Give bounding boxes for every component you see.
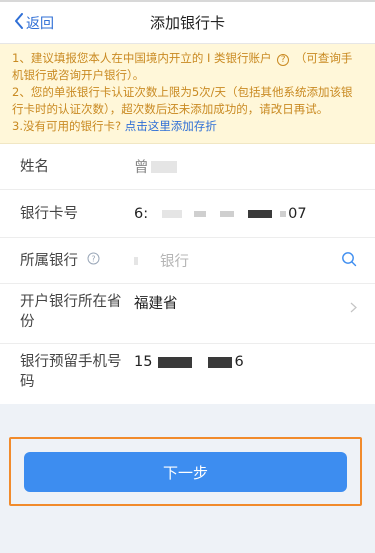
notice-line-3-text: 3.没有可用的银行卡? (12, 119, 122, 133)
name-label: 姓名 (20, 158, 49, 175)
card-number-field[interactable]: 6: 07 (134, 206, 359, 222)
navigation-bar: 返回 添加银行卡 (0, 2, 375, 44)
bank-placeholder: 银行 (160, 254, 189, 270)
card-number-label: 银行卡号 (20, 205, 78, 222)
phone-end: 6 (234, 354, 244, 370)
back-button[interactable]: 返回 (14, 2, 54, 44)
redaction-mask (280, 210, 287, 217)
bank-field[interactable]: 银行 (134, 250, 359, 271)
bank-label: 所属银行 (20, 252, 78, 269)
next-button-highlight: 下一步 (9, 437, 362, 506)
notice-line-3: 3.没有可用的银行卡? 点击这里添加存折 (12, 118, 363, 135)
phone-start: 15 (134, 354, 153, 370)
phone-label: 银行预留手机号码 (20, 354, 122, 390)
notice-line-1: 1、建议填报您本人在中国境内开立的 I 类银行账户 ? （可查询手机银行或咨询开… (12, 50, 363, 84)
redaction-mask (248, 209, 273, 218)
redaction-mask (134, 256, 138, 265)
chevron-left-icon (14, 13, 24, 33)
search-icon[interactable] (341, 251, 357, 271)
next-step-button[interactable]: 下一步 (24, 452, 347, 492)
phone-row[interactable]: 银行预留手机号码 15 6 (0, 344, 375, 404)
name-field[interactable]: 曾 (134, 156, 359, 177)
province-row[interactable]: 开户银行所在省份 福建省 (0, 284, 375, 344)
page-title: 添加银行卡 (149, 14, 225, 32)
svg-text:?: ? (91, 254, 95, 263)
redaction-mask (194, 210, 207, 217)
card-number-row[interactable]: 银行卡号 6: 07 (0, 190, 375, 238)
bank-row[interactable]: 所属银行 ? 银行 (0, 238, 375, 284)
redaction-mask (158, 356, 193, 368)
name-value: 曾 (134, 160, 149, 176)
notice-panel: 1、建议填报您本人在中国境内开立的 I 类银行账户 ? （可查询手机银行或咨询开… (0, 44, 375, 144)
notice-line-1-text: 1、建议填报您本人在中国境内开立的 I 类银行账户 (12, 51, 272, 65)
phone-field[interactable]: 15 6 (134, 352, 359, 370)
redaction-mask (150, 160, 177, 173)
add-passbook-link[interactable]: 点击这里添加存折 (125, 119, 217, 133)
bank-card-form: 姓名 曾 银行卡号 6: 07 所属银行 ? 银行 开户银行所在省份 福建省 银… (0, 144, 375, 404)
province-label: 开户银行所在省份 (20, 294, 122, 330)
redaction-mask (162, 209, 183, 218)
card-number-start: 6: (134, 205, 149, 222)
question-circle-icon[interactable]: ? (87, 251, 100, 271)
name-row[interactable]: 姓名 曾 (0, 144, 375, 190)
back-label: 返回 (26, 16, 54, 32)
card-number-end: 07 (288, 205, 307, 222)
province-field[interactable]: 福建省 (134, 292, 359, 313)
bank-label-group: 所属银行 ? (20, 251, 134, 271)
question-circle-icon[interactable]: ? (277, 54, 290, 66)
redaction-mask (208, 356, 233, 368)
notice-line-2: 2、您的单张银行卡认证次数上限为5次/天（包括其他系统添加该银行卡时的认证次数）… (12, 85, 353, 116)
redaction-mask (220, 210, 235, 217)
chevron-right-icon (350, 302, 357, 316)
